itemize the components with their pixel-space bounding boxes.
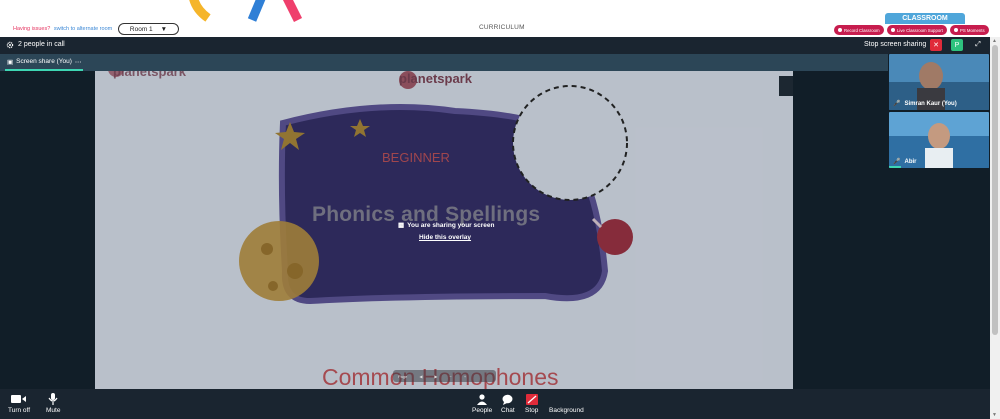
people-button[interactable]: People <box>472 393 492 414</box>
camera-icon <box>11 393 27 405</box>
issues-notice: Having issues? switch to alternate room <box>13 26 112 32</box>
screen-share-icon: ▣ <box>7 58 14 66</box>
person-icon <box>477 393 488 405</box>
app-root: Having issues? switch to alternate room … <box>0 0 1000 419</box>
turn-off-label: Turn off <box>8 407 31 414</box>
self-video-label: 🎤 Simran Kaur (You) <box>893 100 957 108</box>
record-classroom-label: Record Classroom <box>844 27 880 33</box>
scroll-down-icon[interactable]: ▼ <box>992 412 997 418</box>
record-classroom-button[interactable]: Record Classroom <box>834 25 884 35</box>
mic-icon: 🎤 <box>893 159 901 165</box>
alternate-room-link[interactable]: switch to alternate room <box>54 26 112 32</box>
screen-share-tab-label: Screen share (You) <box>16 58 72 65</box>
next-page-icon[interactable]: ▶ <box>434 374 437 379</box>
live-support-button[interactable]: Live Classroom Support <box>887 25 947 35</box>
monitor-icon: ▩ <box>398 222 405 229</box>
video-tile-self[interactable]: 🎤 Simran Kaur (You) <box>889 54 989 110</box>
people-count: 2 people in call <box>18 41 65 48</box>
turn-off-camera-button[interactable]: Turn off <box>8 393 30 414</box>
chevron-down-icon: ▼ <box>160 25 168 33</box>
curriculum-label[interactable]: CURRICULUM <box>479 24 525 31</box>
mute-label: Mute <box>46 407 61 414</box>
stop-label: Stop <box>525 407 539 414</box>
brand-logo-left: planetspark <box>113 71 186 79</box>
ps-moments-button[interactable]: PS Moments <box>950 25 989 35</box>
sharing-message-text: You are sharing your screen <box>407 221 495 229</box>
sharing-message: ▩ You are sharing your screen <box>398 221 495 230</box>
call-bar: 2 people in call Stop screen sharing ✕ P… <box>0 37 990 54</box>
chat-button[interactable]: Chat <box>501 393 515 414</box>
sharing-overlay <box>95 71 793 389</box>
level-label: BEGINNER <box>382 150 450 165</box>
shared-slide: planetspark planetspark BEGINNER Phonics… <box>95 71 793 389</box>
support-icon <box>891 28 895 32</box>
issues-text: Having issues? <box>13 26 51 32</box>
slide-pager[interactable]: Page ◀ ▶ − + <box>393 370 496 382</box>
page-scrollbar[interactable]: ▲ ▼ <box>990 37 1000 419</box>
ps-moments-label: PS Moments <box>960 27 985 33</box>
mic-icon: 🎤 <box>893 101 901 107</box>
zoom-in-icon[interactable]: + <box>464 374 466 379</box>
chat-icon <box>502 393 513 405</box>
scroll-up-icon[interactable]: ▲ <box>992 38 997 44</box>
live-support-label: Live Classroom Support <box>897 27 943 33</box>
brand-logo-graphic <box>189 0 303 22</box>
people-label: People <box>472 407 493 414</box>
chat-label: Chat <box>501 407 515 414</box>
stop-sharing-label[interactable]: Stop screen sharing <box>864 41 926 48</box>
room-dropdown[interactable]: Room 1 ▼ <box>118 23 179 35</box>
screen-share-tabbar: ▣ Screen share (You) ⋯ <box>0 54 888 71</box>
stop-share-icon <box>525 393 538 405</box>
abir-video-label: 🎤 Abir <box>893 158 917 166</box>
moments-icon <box>954 28 958 32</box>
control-bar: Turn off Mute People Chat Stop Backgroun… <box>0 389 990 419</box>
zoom-out-icon[interactable]: − <box>450 374 452 379</box>
stop-share-button[interactable]: Stop <box>525 393 538 414</box>
background-button[interactable]: Background <box>549 393 584 414</box>
pager-label: Page <box>398 373 408 379</box>
expand-icon[interactable]: ⤢ <box>972 39 984 51</box>
external-link-icon[interactable] <box>779 76 793 96</box>
brand-logo: planetspark <box>399 71 472 86</box>
prev-page-icon[interactable]: ◀ <box>419 374 422 379</box>
record-icon <box>838 28 842 32</box>
classroom-tab[interactable]: CLASSROOM <box>885 13 965 24</box>
self-name: Simran Kaur (You) <box>904 100 957 107</box>
gear-icon[interactable] <box>6 41 14 49</box>
close-icon[interactable]: ✕ <box>930 39 942 51</box>
mic-icon <box>48 393 58 405</box>
video-tile-abir[interactable]: 🎤 Abir <box>889 112 989 168</box>
room-selected-value: Room 1 <box>129 25 153 33</box>
hide-overlay-link[interactable]: Hide this overlay <box>419 234 471 241</box>
background-label: Background <box>549 407 584 414</box>
background-icon <box>560 393 573 405</box>
speaking-indicator <box>889 166 901 168</box>
top-header: Having issues? switch to alternate room … <box>0 0 1000 37</box>
abir-name: Abir <box>904 158 917 165</box>
scrollbar-thumb[interactable] <box>992 45 998 335</box>
more-options-icon[interactable]: ⋯ <box>75 58 82 66</box>
mute-button[interactable]: Mute <box>46 393 60 414</box>
screen-share-tab[interactable]: ▣ Screen share (You) ⋯ <box>5 54 84 71</box>
participant-avatar[interactable]: P <box>951 39 963 51</box>
